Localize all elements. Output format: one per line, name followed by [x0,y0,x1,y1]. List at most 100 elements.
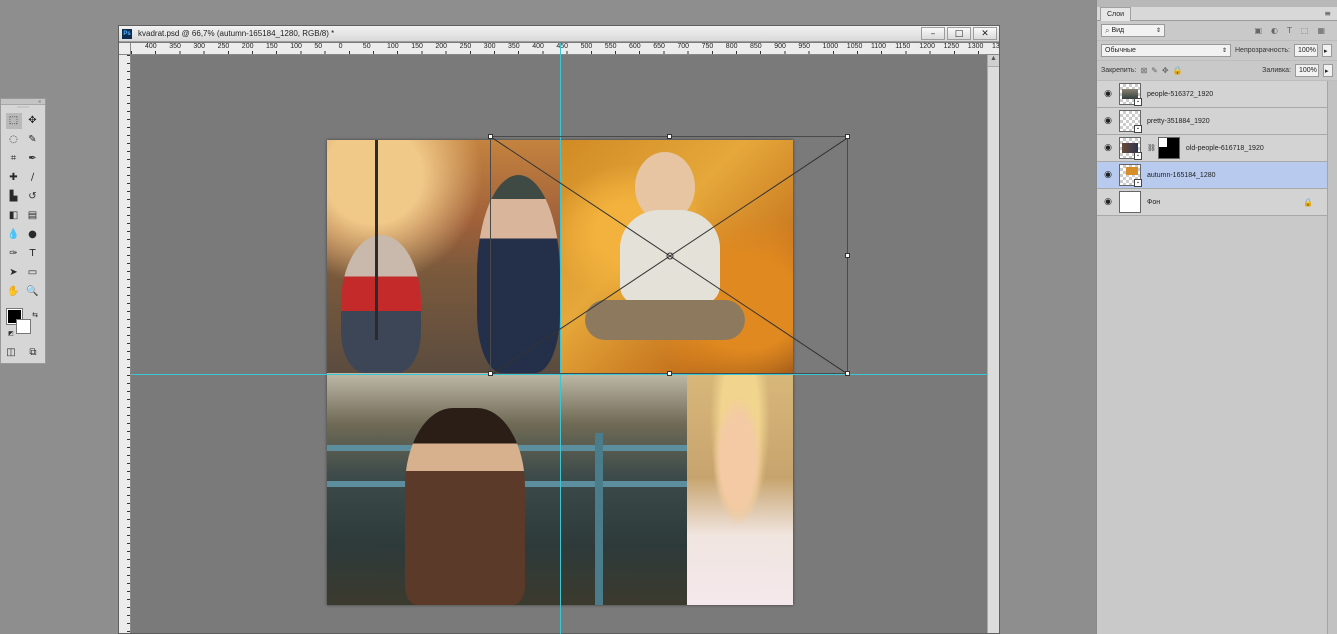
eye-icon[interactable]: ◉ [1097,170,1119,180]
layer-name[interactable]: Фон [1147,199,1160,206]
pen-icon[interactable]: ✑ [6,246,22,262]
panel-menu-icon[interactable]: ≡ [1324,9,1331,18]
panel-top-strip[interactable] [1097,0,1337,7]
minimize-button[interactable]: – [921,27,945,40]
opacity-label: Непрозрачность: [1235,47,1290,54]
screen-mode-icon[interactable]: ⧉ [25,344,41,360]
filter-type-icon[interactable]: T [1287,26,1292,35]
quick-selection-icon[interactable]: ✎ [25,132,41,148]
layer-name[interactable]: people-516372_1920 [1147,91,1213,98]
ruler-label: 50 [314,43,323,50]
path-select-icon[interactable]: ➤ [6,265,22,281]
transform-handle[interactable] [845,253,850,258]
tab-layers[interactable]: Слои [1100,7,1132,21]
healing-icon[interactable]: ✚ [6,170,22,186]
ruler-label: 550 [604,43,617,50]
link-icon[interactable]: ⛓ [1147,144,1156,152]
brush-icon[interactable]: ∕ [25,170,41,186]
layer-name[interactable]: pretty-351884_1920 [1147,118,1210,125]
layer-row[interactable]: ◉ Фон 🔒 [1097,189,1327,216]
girl-photo [687,373,793,605]
ruler-label: 400 [145,43,157,50]
filter-pixel-icon[interactable]: ▣ [1254,26,1262,35]
filter-smart-icon[interactable]: ▦ [1317,26,1325,35]
lock-row: Закрепить: ⊠ ✎ ✥ 🔒 Заливка: 100% ▸ [1097,61,1337,81]
layers-panel: Слои ≡ ⌕ Вид ⇕ ▣ ◐ T ⬚ ▦ Обычные ⇕ Непрозр… [1096,0,1337,634]
chevron-down-icon: ⇕ [1155,28,1161,34]
fill-dropdown[interactable]: ▸ [1323,64,1333,77]
layer-name[interactable]: old-people-616718_1920 [1186,145,1264,152]
free-transform-box[interactable] [488,134,850,376]
ruler-label: 850 [750,43,762,50]
transform-handle[interactable] [845,134,850,139]
blend-mode-value: Обычные [1105,47,1136,54]
ruler-label: 800 [725,43,738,50]
layers-scrollbar[interactable] [1327,81,1337,634]
maximize-button[interactable]: □ [947,27,971,40]
horizontal-ruler[interactable]: 400 350 300 250 200 150 100 50 0 50 100 150 200 250 30… [131,43,999,55]
fill-input[interactable]: 100% [1295,64,1319,77]
lock-pixels-icon[interactable]: ✎ [1151,66,1158,75]
type-icon[interactable]: T [25,246,41,262]
scroll-up-icon[interactable]: ▲ [988,55,999,67]
zoom-icon[interactable]: 🔍 [25,284,41,300]
layer-thumbnail: ▪ [1119,137,1142,160]
swap-colors-icon[interactable]: ⇆ [27,307,43,323]
lock-transparent-icon[interactable]: ⊠ [1140,66,1147,75]
ruler-label: 300 [193,43,206,50]
blur-icon[interactable]: 💧 [6,227,22,243]
crop-icon[interactable]: ⌗ [6,151,22,167]
smart-object-icon: ▪ [1134,179,1142,187]
document-title-bar[interactable]: Ps kvadrat.psd @ 66,7% (autumn-165184_12… [119,26,999,42]
opacity-dropdown[interactable]: ▸ [1322,44,1332,57]
layer-name[interactable]: autumn-165184_1280 [1147,172,1216,179]
transform-handle[interactable] [488,134,493,139]
tool-row: ✚ ∕ [1,168,45,187]
layer-row-selected[interactable]: ◉ ▪ autumn-165184_1280 [1097,162,1327,189]
eye-icon[interactable]: ◉ [1097,197,1119,207]
close-button[interactable]: ✕ [973,27,997,40]
layer-row[interactable]: ◉ ▪ ⛓ old-people-616718_1920 [1097,135,1327,162]
transform-handle[interactable] [488,371,493,376]
layer-mask-thumbnail[interactable] [1157,137,1180,159]
layer-row[interactable]: ◉ ▪ people-516372_1920 [1097,81,1327,108]
layer-filter-field[interactable]: ⌕ Вид ⇕ [1101,24,1165,37]
ruler-label: 135 [992,43,999,50]
ruler-label: 150 [411,43,423,50]
layer-row[interactable]: ◉ ▪ pretty-351884_1920 [1097,108,1327,135]
marquee-icon[interactable]: ⬚ [5,112,22,129]
gradient-icon[interactable]: ▤ [25,208,41,224]
smart-object-icon: ▪ [1134,125,1142,133]
blend-row: Обычные ⇕ Непрозрачность: 100% ▸ [1097,41,1337,61]
filter-adjustment-icon[interactable]: ◐ [1271,26,1278,35]
eye-icon[interactable]: ◉ [1097,89,1119,99]
layers-tab-bar: Слои ≡ [1097,7,1337,21]
ruler-origin[interactable] [119,43,131,55]
quick-mask-icon[interactable]: ◫ [3,344,19,360]
filter-shape-icon[interactable]: ⬚ [1301,26,1309,35]
eye-icon[interactable]: ◉ [1097,143,1119,153]
hand-icon[interactable]: ✋ [6,284,22,300]
move-icon[interactable]: ✥ [25,113,41,129]
dodge-icon[interactable]: ● [25,227,41,243]
ruler-label: 200 [435,43,448,50]
chevron-down-icon: ⇕ [1221,48,1227,54]
rectangle-icon[interactable]: ▭ [25,265,41,281]
transform-handle[interactable] [667,134,672,139]
vertical-ruler[interactable] [119,55,131,633]
default-colors-icon[interactable]: ◩ [3,325,19,341]
lasso-icon[interactable]: ◌ [6,132,22,148]
transform-handle[interactable] [667,371,672,376]
eyedropper-icon[interactable]: ✒ [25,151,41,167]
lock-position-icon[interactable]: ✥ [1162,66,1169,75]
opacity-input[interactable]: 100% [1294,44,1318,57]
lock-all-icon[interactable]: 🔒 [1173,66,1183,75]
history-brush-icon[interactable]: ↺ [25,189,41,205]
transform-handle[interactable] [845,371,850,376]
stamp-icon[interactable]: ▙ [6,189,22,205]
vertical-scrollbar[interactable]: ▲ [987,55,999,633]
ruler-label: 1150 [895,43,911,50]
blend-mode-select[interactable]: Обычные ⇕ [1101,44,1231,57]
eye-icon[interactable]: ◉ [1097,116,1119,126]
eraser-icon[interactable]: ◧ [6,208,22,224]
